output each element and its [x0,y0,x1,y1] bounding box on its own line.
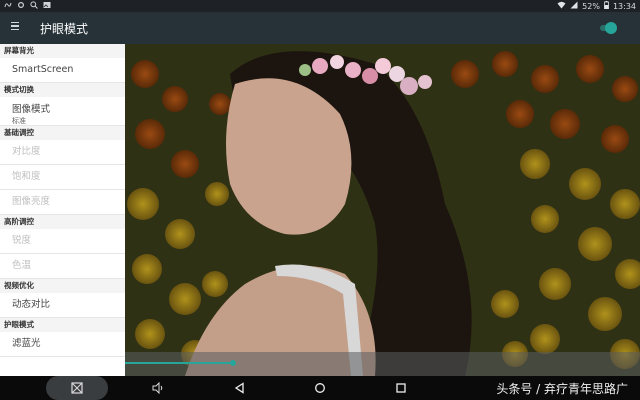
screenshot-icon [71,379,83,398]
section-header-basic: 基础调控 [0,126,125,140]
image-mode-value: 标准 [12,117,26,125]
preview-seekbar[interactable] [125,352,640,376]
watermark-text: 头条号 / 弃疗青年思路广 [496,382,628,396]
section-header-video: 视频优化 [0,279,125,293]
app-notify-icon [4,1,12,11]
recents-icon [395,379,407,398]
search-icon [30,1,38,11]
image-icon [43,1,51,11]
battery-icon [604,1,609,11]
smartscreen-item[interactable]: SmartScreen [0,58,125,83]
preview-photo [125,44,640,376]
navigation-bar: 头条号 / 弃疗青年思路广 [0,376,640,400]
image-mode-item[interactable]: 图像模式 标准 [0,97,125,126]
back-icon [234,379,246,398]
dynamic-contrast-item[interactable]: 动态对比 [0,293,125,318]
saturation-item[interactable]: 饱和度 [0,165,125,190]
section-header-mode: 模式切换 [0,83,125,97]
sharpness-item[interactable]: 锐度 [0,229,125,254]
toggle-thumb [605,22,617,34]
seek-thumb[interactable] [230,360,236,366]
page-title: 护眼模式 [40,22,89,36]
section-header-backlight: 屏幕背光 [0,44,125,58]
battery-percent: 52% [582,1,600,11]
volume-button[interactable] [150,376,166,400]
app-bar: 护眼模式 [0,12,640,44]
image-mode-label: 图像模式 [12,104,51,115]
wifi-icon [557,1,566,11]
signal-icon [570,1,578,11]
volume-icon [152,379,164,398]
brightness-item[interactable]: 图像亮度 [0,190,125,215]
screenshot-button[interactable] [46,376,108,400]
blue-filter-item[interactable]: 滤蓝光 [0,332,125,357]
preview-image [125,44,640,376]
color-temp-item[interactable]: 色温 [0,254,125,279]
settings-panel: 屏幕背光 SmartScreen 模式切换 图像模式 标准 基础调控 对比度 饱… [0,44,125,376]
home-icon [314,379,326,398]
status-bar-left [4,1,51,11]
status-bar: 52% 13:34 [0,0,640,12]
status-bar-right: 52% 13:34 [557,0,636,12]
recents-button[interactable] [393,376,409,400]
contrast-item[interactable]: 对比度 [0,140,125,165]
settings-icon [17,1,25,11]
section-header-advanced: 高阶调控 [0,215,125,229]
eye-mode-toggle[interactable] [600,22,617,34]
home-button[interactable] [312,376,328,400]
back-button[interactable] [232,376,248,400]
seek-progress [125,362,233,364]
section-header-eye: 护眼模式 [0,318,125,332]
menu-icon[interactable] [11,22,19,31]
status-time: 13:34 [612,1,636,11]
